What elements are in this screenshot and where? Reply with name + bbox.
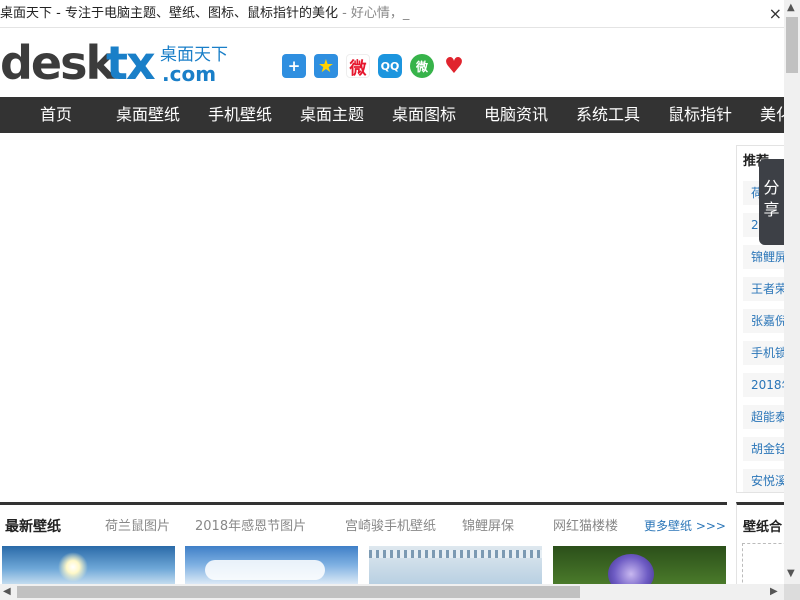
- nav-item-beautify[interactable]: 美化: [760, 97, 784, 133]
- share-tab-label-2: 享: [763, 200, 780, 219]
- site-title: 桌面天下 - 专注于电脑主题、壁纸、图标、鼠标指针的美化: [0, 6, 338, 21]
- wallpaper-strip-title: 最新壁纸: [5, 519, 61, 535]
- recommend-item[interactable]: 2018年: [743, 373, 784, 397]
- recommend-item[interactable]: 手机锁: [743, 341, 784, 365]
- share-tab-label-1: 分: [763, 178, 780, 197]
- side-wallpaper-collection: 壁纸合: [736, 502, 784, 584]
- nav-item-system-tools[interactable]: 系统工具: [576, 97, 640, 133]
- scroll-left-arrow-icon[interactable]: ◀: [3, 586, 11, 597]
- nav-item-desktop-icons[interactable]: 桌面图标: [392, 97, 456, 133]
- recommend-item[interactable]: 锦鲤屏: [743, 245, 784, 269]
- more-wallpapers-link[interactable]: 更多壁纸 >>>: [644, 517, 726, 534]
- wallpaper-thumbnail[interactable]: [553, 546, 726, 584]
- scroll-down-arrow-icon[interactable]: ▼: [787, 568, 795, 579]
- recommend-item[interactable]: 安悦溪: [743, 469, 784, 492]
- share-icon-row: + ★ 微 QQ 微 ♥: [282, 54, 466, 79]
- plus-icon[interactable]: +: [282, 54, 306, 78]
- nav-item-pc-news[interactable]: 电脑资讯: [484, 97, 548, 133]
- logo-desk-text: desk: [0, 36, 116, 90]
- main-content-area: [0, 133, 736, 500]
- side-collection-placeholder: [742, 543, 784, 584]
- wallpaper-thumbnail[interactable]: [369, 546, 542, 584]
- page: 桌面天下 - 专注于电脑主题、壁纸、图标、鼠标指针的美化 - 好心情，_ × d…: [0, 0, 784, 584]
- cloud-image: [205, 560, 325, 580]
- scroll-up-arrow-icon[interactable]: ▲: [787, 2, 795, 13]
- wallpaper-strip-header: 最新壁纸 荷兰鼠图片 2018年感恩节图片 宫崎骏手机壁纸 锦鲤屏保 网红猫楼楼…: [0, 502, 727, 544]
- recommend-item[interactable]: 超能泰: [743, 405, 784, 429]
- site-tagline-tail: - 好心情，_: [337, 6, 410, 21]
- horizontal-scrollbar[interactable]: ◀ ▶: [0, 584, 784, 600]
- wallpaper-tag-link[interactable]: 网红猫楼楼: [553, 515, 618, 534]
- logo-com-text: .com: [162, 62, 217, 86]
- nav-item-desktop-theme[interactable]: 桌面主题: [300, 97, 364, 133]
- recommend-item[interactable]: 张嘉倪: [743, 309, 784, 333]
- qq-icon[interactable]: QQ: [378, 54, 402, 78]
- sun-image: [58, 552, 88, 582]
- nav-item-desktop-wallpaper[interactable]: 桌面壁纸: [116, 97, 180, 133]
- vertical-scrollbar[interactable]: ▲ ▼: [784, 0, 800, 584]
- wallpaper-tag-link[interactable]: 锦鲤屏保: [462, 515, 514, 534]
- recommend-item[interactable]: 王者荣: [743, 277, 784, 301]
- nav-item-mobile-wallpaper[interactable]: 手机壁纸: [208, 97, 272, 133]
- nav-item-home[interactable]: 首页: [40, 97, 72, 133]
- weibo-icon[interactable]: 微: [346, 54, 370, 79]
- horizontal-scroll-thumb[interactable]: [17, 586, 580, 598]
- recommend-item[interactable]: 胡金铨: [743, 437, 784, 461]
- flower-image: [608, 554, 654, 584]
- wallpaper-tag-link[interactable]: 宫崎骏手机壁纸: [345, 515, 436, 534]
- scrollbar-corner: [784, 584, 800, 600]
- wallpaper-tag-link[interactable]: 2018年感恩节图片: [195, 515, 306, 534]
- side-collection-title: 壁纸合: [743, 520, 783, 535]
- wechat-icon[interactable]: 微: [410, 54, 434, 78]
- close-icon[interactable]: ×: [769, 0, 782, 27]
- wallpaper-thumbnail[interactable]: [185, 546, 358, 584]
- wallpaper-tag-link[interactable]: 荷兰鼠图片: [105, 515, 170, 534]
- main-nav: 首页 桌面壁纸 手机壁纸 桌面主题 桌面图标 电脑资讯 系统工具 鼠标指针 美化: [0, 97, 784, 133]
- star-icon[interactable]: ★: [314, 54, 338, 78]
- vertical-scroll-thumb[interactable]: [786, 17, 798, 73]
- share-side-tab[interactable]: 分 享: [759, 159, 784, 245]
- page-header-bar: 桌面天下 - 专注于电脑主题、壁纸、图标、鼠标指针的美化 - 好心情，_ ×: [0, 0, 784, 28]
- wallpaper-thumbnail[interactable]: [2, 546, 175, 584]
- scroll-right-arrow-icon[interactable]: ▶: [770, 586, 778, 597]
- heart-icon[interactable]: ♥: [442, 54, 466, 79]
- tiles-image: [369, 550, 542, 558]
- nav-item-mouse-pointer[interactable]: 鼠标指针: [668, 97, 732, 133]
- logo-tx-text: tx: [106, 36, 156, 90]
